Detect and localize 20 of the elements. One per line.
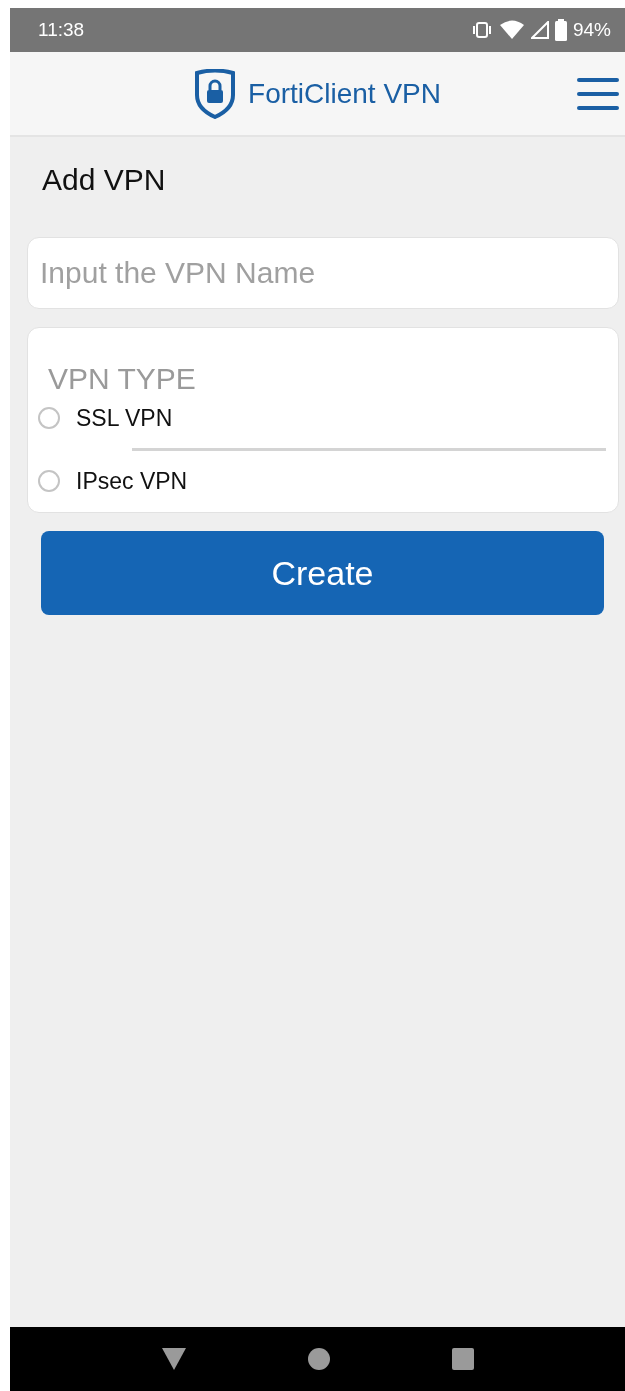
- radio-label[interactable]: SSL VPN: [76, 404, 173, 432]
- shield-lock-icon: [194, 68, 237, 119]
- signal-icon: [530, 21, 549, 39]
- page-title: Add VPN: [42, 163, 167, 198]
- clock: 11:38: [38, 19, 85, 41]
- battery-percent: 94%: [572, 19, 611, 41]
- battery-icon: [554, 19, 567, 41]
- home-icon[interactable]: [308, 1348, 331, 1370]
- vibrate-icon: [470, 22, 493, 38]
- radio-button[interactable]: [38, 407, 60, 429]
- vpn-name-field[interactable]: Input the VPN Name: [27, 237, 619, 309]
- app-title: FortiClient VPN: [248, 77, 441, 110]
- radio-label[interactable]: IPsec VPN: [76, 467, 188, 495]
- radio-button[interactable]: [38, 470, 60, 492]
- create-button[interactable]: Create: [41, 531, 604, 615]
- back-icon[interactable]: [160, 1347, 187, 1371]
- menu-button[interactable]: [577, 76, 619, 112]
- recents-icon[interactable]: [452, 1348, 475, 1370]
- wifi-icon: [498, 20, 525, 40]
- vpn-type-label: VPN TYPE: [48, 362, 197, 396]
